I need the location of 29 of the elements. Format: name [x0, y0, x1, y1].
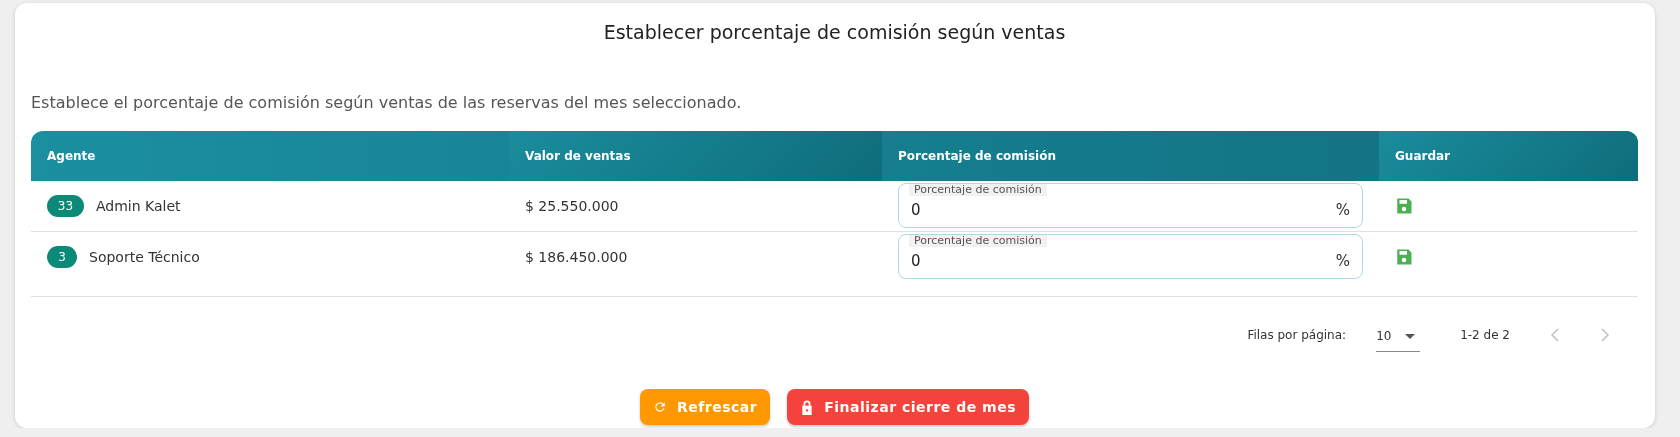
agent-name: Admin Kalet [96, 198, 181, 214]
percent-suffix: % [1335, 251, 1350, 270]
refresh-icon [652, 400, 667, 414]
agent-id-badge: 3 [47, 246, 77, 268]
rows-per-page-select[interactable]: 10 [1376, 325, 1421, 352]
lock-icon [800, 398, 815, 416]
field-value: 0 [911, 251, 921, 270]
rows-per-page-label: Filas por página: [1247, 327, 1347, 342]
column-header: Porcentaje de comisión [897, 148, 1057, 165]
agent-id-badge: 33 [47, 195, 84, 217]
sales-value: $ 25.550.000 [525, 198, 619, 214]
field-label: Porcentaje de comisión [909, 235, 1047, 247]
column-header: Guardar [1379, 131, 1638, 181]
close-month-button[interactable]: Finalizar cierre de mes [787, 389, 1030, 425]
commission-field[interactable]: Porcentaje de comisión 0 % [898, 234, 1363, 279]
description: Establece el porcentaje de comisión según ventas de las reservas del mes seleccionado. [31, 93, 743, 112]
field-value: 0 [911, 200, 921, 219]
caret-icon [1405, 333, 1416, 339]
percent-suffix: % [1335, 200, 1350, 219]
save-icon[interactable] [1395, 197, 1413, 215]
column-header: Agente [46, 148, 97, 165]
column-header: Valor de ventas [509, 131, 882, 181]
sales-value: $ 186.450.000 [525, 249, 628, 265]
page-range: 1-2 de 2 [1460, 327, 1510, 342]
page-title: Establecer porcentaje de comisión según ventas [603, 21, 1066, 43]
save-icon[interactable] [1395, 248, 1413, 266]
field-label: Porcentaje de comisión [909, 184, 1047, 196]
agent-name: Soporte Técnico [89, 249, 200, 265]
commission-field[interactable]: Porcentaje de comisión 0 % [898, 183, 1363, 228]
